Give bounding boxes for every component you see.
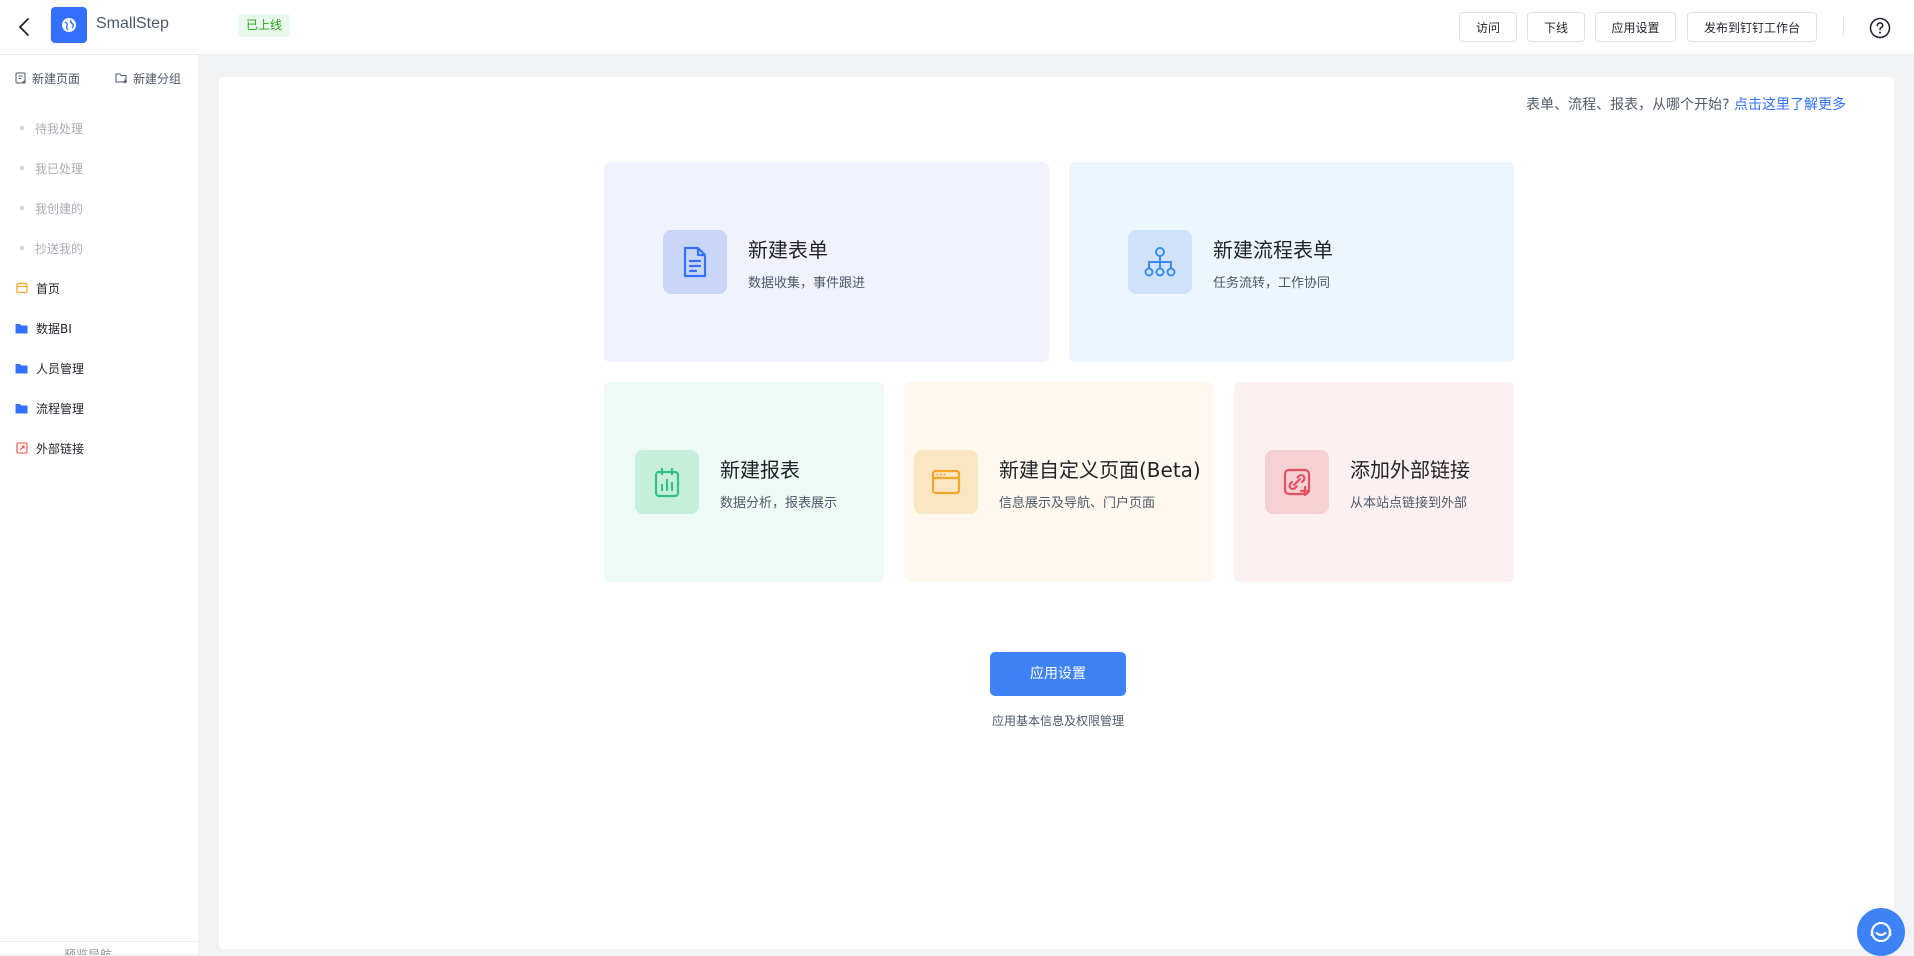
external-link-icon [1265, 450, 1329, 514]
bullet-icon [20, 206, 24, 210]
new-custom-page-card[interactable]: 新建自定义页面(Beta) 信息展示及导航、门户页面 [904, 382, 1214, 582]
visit-button[interactable]: 访问 [1459, 12, 1517, 42]
new-folder-icon [115, 73, 127, 84]
card-title: 新建流程表单 [1213, 238, 1333, 262]
sidebar-item-label: 首页 [36, 281, 61, 296]
sidebar-item-people[interactable]: 人员管理 [0, 351, 198, 385]
app-logo [51, 7, 87, 43]
sidebar-item-label: 人员管理 [36, 361, 85, 376]
sidebar-item-label: 数据BI [36, 321, 72, 336]
sidebar-item-label: 抄送我的 [35, 241, 84, 256]
bullet-icon [20, 166, 24, 170]
sidebar-item-cc[interactable]: 抄送我的 [0, 231, 198, 265]
divider [1843, 18, 1844, 36]
sidebar-item-external-link[interactable]: 外部链接 [0, 431, 198, 465]
sidebar-item-processed[interactable]: 我已处理 [0, 151, 198, 185]
link-icon [15, 442, 28, 455]
card-title: 新建表单 [748, 238, 828, 262]
sidebar: 新建页面 新建分组 待我处理 我已处理 我创建的 抄送我的 首页 数据BI 人员… [0, 55, 199, 955]
sidebar-item-label: 待我处理 [35, 121, 84, 136]
card-desc: 数据分析，报表展示 [720, 496, 838, 511]
sidebar-item-pending[interactable]: 待我处理 [0, 111, 198, 145]
sidebar-item-label: 我创建的 [35, 201, 84, 216]
chat-assistant-button[interactable] [1857, 908, 1905, 956]
new-group-label: 新建分组 [133, 71, 182, 86]
chat-icon [1870, 922, 1892, 942]
new-page-button[interactable]: 新建页面 [15, 67, 80, 89]
app-settings-button[interactable]: 应用设置 [1595, 12, 1676, 42]
new-page-label: 新建页面 [32, 71, 81, 86]
flowchart-icon [1128, 230, 1192, 294]
preview-nav-button[interactable]: 预览导航 [0, 941, 198, 955]
new-group-button[interactable]: 新建分组 [115, 67, 181, 89]
folder-icon [15, 322, 28, 335]
bullet-icon [20, 246, 24, 250]
sidebar-item-label: 我已处理 [35, 161, 84, 176]
sidebar-item-label: 外部链接 [36, 441, 85, 456]
new-report-card[interactable]: 新建报表 数据分析，报表展示 [604, 382, 884, 582]
sidebar-item-label: 流程管理 [36, 401, 85, 416]
card-title: 新建报表 [720, 458, 800, 482]
sidebar-item-process[interactable]: 流程管理 [0, 391, 198, 425]
app-name: SmallStep [96, 15, 169, 32]
folder-icon [15, 402, 28, 415]
new-page-icon [15, 72, 26, 84]
report-chart-icon [635, 450, 699, 514]
bullet-icon [20, 126, 24, 130]
add-external-link-card[interactable]: 添加外部链接 从本站点链接到外部 [1234, 382, 1514, 582]
learn-more-link[interactable]: 点击这里了解更多 [1734, 97, 1846, 113]
help-icon[interactable] [1869, 17, 1891, 39]
top-bar: SmallStep 已上线 访问 下线 应用设置 发布到钉钉工作台 [0, 0, 1914, 55]
card-desc: 数据收集，事件跟进 [748, 276, 866, 291]
app-settings-primary-button[interactable]: 应用设置 [990, 652, 1126, 696]
sidebar-item-created[interactable]: 我创建的 [0, 191, 198, 225]
card-title: 新建自定义页面(Beta) [999, 458, 1201, 482]
globe-icon [62, 18, 76, 32]
new-form-card[interactable]: 新建表单 数据收集，事件跟进 [604, 162, 1049, 362]
new-process-form-card[interactable]: 新建流程表单 任务流转，工作协同 [1069, 162, 1514, 362]
document-icon [663, 230, 727, 294]
hint-text: 表单、流程、报表，从哪个开始? 点击这里了解更多 [1526, 94, 1846, 114]
back-arrow-icon[interactable] [12, 14, 38, 40]
sidebar-item-data-bi[interactable]: 数据BI [0, 311, 198, 345]
sidebar-item-home[interactable]: 首页 [0, 271, 198, 305]
app-settings-description: 应用基本信息及权限管理 [991, 714, 1124, 728]
hint-label: 表单、流程、报表，从哪个开始? [1526, 97, 1730, 113]
browser-window-icon [914, 450, 978, 514]
status-badge: 已上线 [238, 14, 291, 37]
card-desc: 从本站点链接到外部 [1350, 496, 1468, 511]
folder-icon [15, 362, 28, 375]
card-desc: 信息展示及导航、门户页面 [999, 496, 1156, 511]
offline-button[interactable]: 下线 [1527, 12, 1585, 42]
card-title: 添加外部链接 [1350, 458, 1470, 482]
card-desc: 任务流转，工作协同 [1213, 276, 1331, 291]
publish-button[interactable]: 发布到钉钉工作台 [1687, 12, 1817, 42]
page-icon [15, 282, 28, 295]
